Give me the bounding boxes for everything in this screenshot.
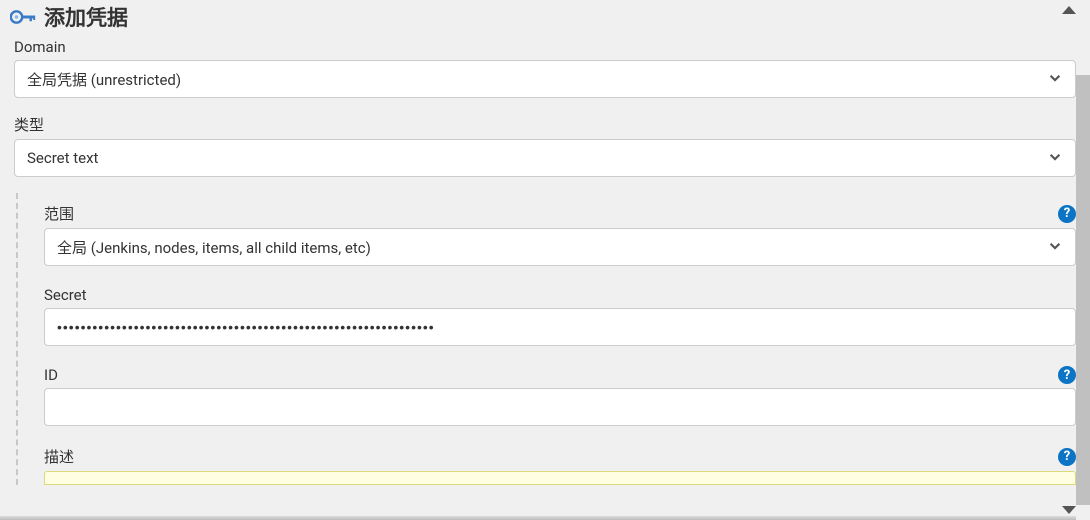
domain-label: Domain (14, 38, 66, 56)
id-field-group: ID ? (44, 366, 1076, 426)
nested-credential-block: 范围 ? 全局 (Jenkins, nodes, items, all chil… (16, 193, 1076, 485)
scope-field-group: 范围 ? 全局 (Jenkins, nodes, items, all chil… (44, 203, 1076, 266)
help-icon[interactable]: ? (1058, 205, 1076, 223)
scope-label: 范围 (44, 203, 74, 224)
type-select-value: Secret text (27, 149, 98, 167)
scrollbar-thumb[interactable] (1076, 75, 1090, 505)
secret-field-group: Secret (44, 286, 1076, 346)
type-select[interactable]: Secret text (14, 139, 1076, 177)
collapse-down-icon[interactable] (1062, 506, 1076, 514)
description-field-group: 描述 ? (44, 446, 1076, 485)
secret-label: Secret (44, 286, 87, 304)
section-header: 添加凭据 (0, 0, 1090, 38)
help-icon[interactable]: ? (1058, 366, 1076, 384)
domain-select-value: 全局凭据 (unrestricted) (27, 69, 181, 90)
description-textarea[interactable] (44, 471, 1076, 485)
bottom-border (0, 516, 1076, 520)
domain-field-group: Domain 全局凭据 (unrestricted) (14, 38, 1076, 98)
section-title: 添加凭据 (44, 2, 128, 32)
collapse-up-icon[interactable] (1062, 6, 1076, 14)
scope-select[interactable]: 全局 (Jenkins, nodes, items, all child ite… (44, 228, 1076, 266)
id-input[interactable] (44, 388, 1076, 426)
key-icon (10, 7, 36, 27)
domain-select[interactable]: 全局凭据 (unrestricted) (14, 60, 1076, 98)
scrollbar-track[interactable] (1076, 0, 1090, 515)
type-label: 类型 (14, 114, 44, 135)
id-label: ID (44, 366, 58, 384)
help-icon[interactable]: ? (1058, 448, 1076, 466)
description-label: 描述 (44, 446, 74, 467)
secret-input[interactable] (44, 308, 1076, 346)
type-field-group: 类型 Secret text (14, 114, 1076, 177)
scope-select-value: 全局 (Jenkins, nodes, items, all child ite… (57, 237, 371, 258)
form-body: Domain 全局凭据 (unrestricted) 类型 Secret tex… (0, 38, 1090, 485)
